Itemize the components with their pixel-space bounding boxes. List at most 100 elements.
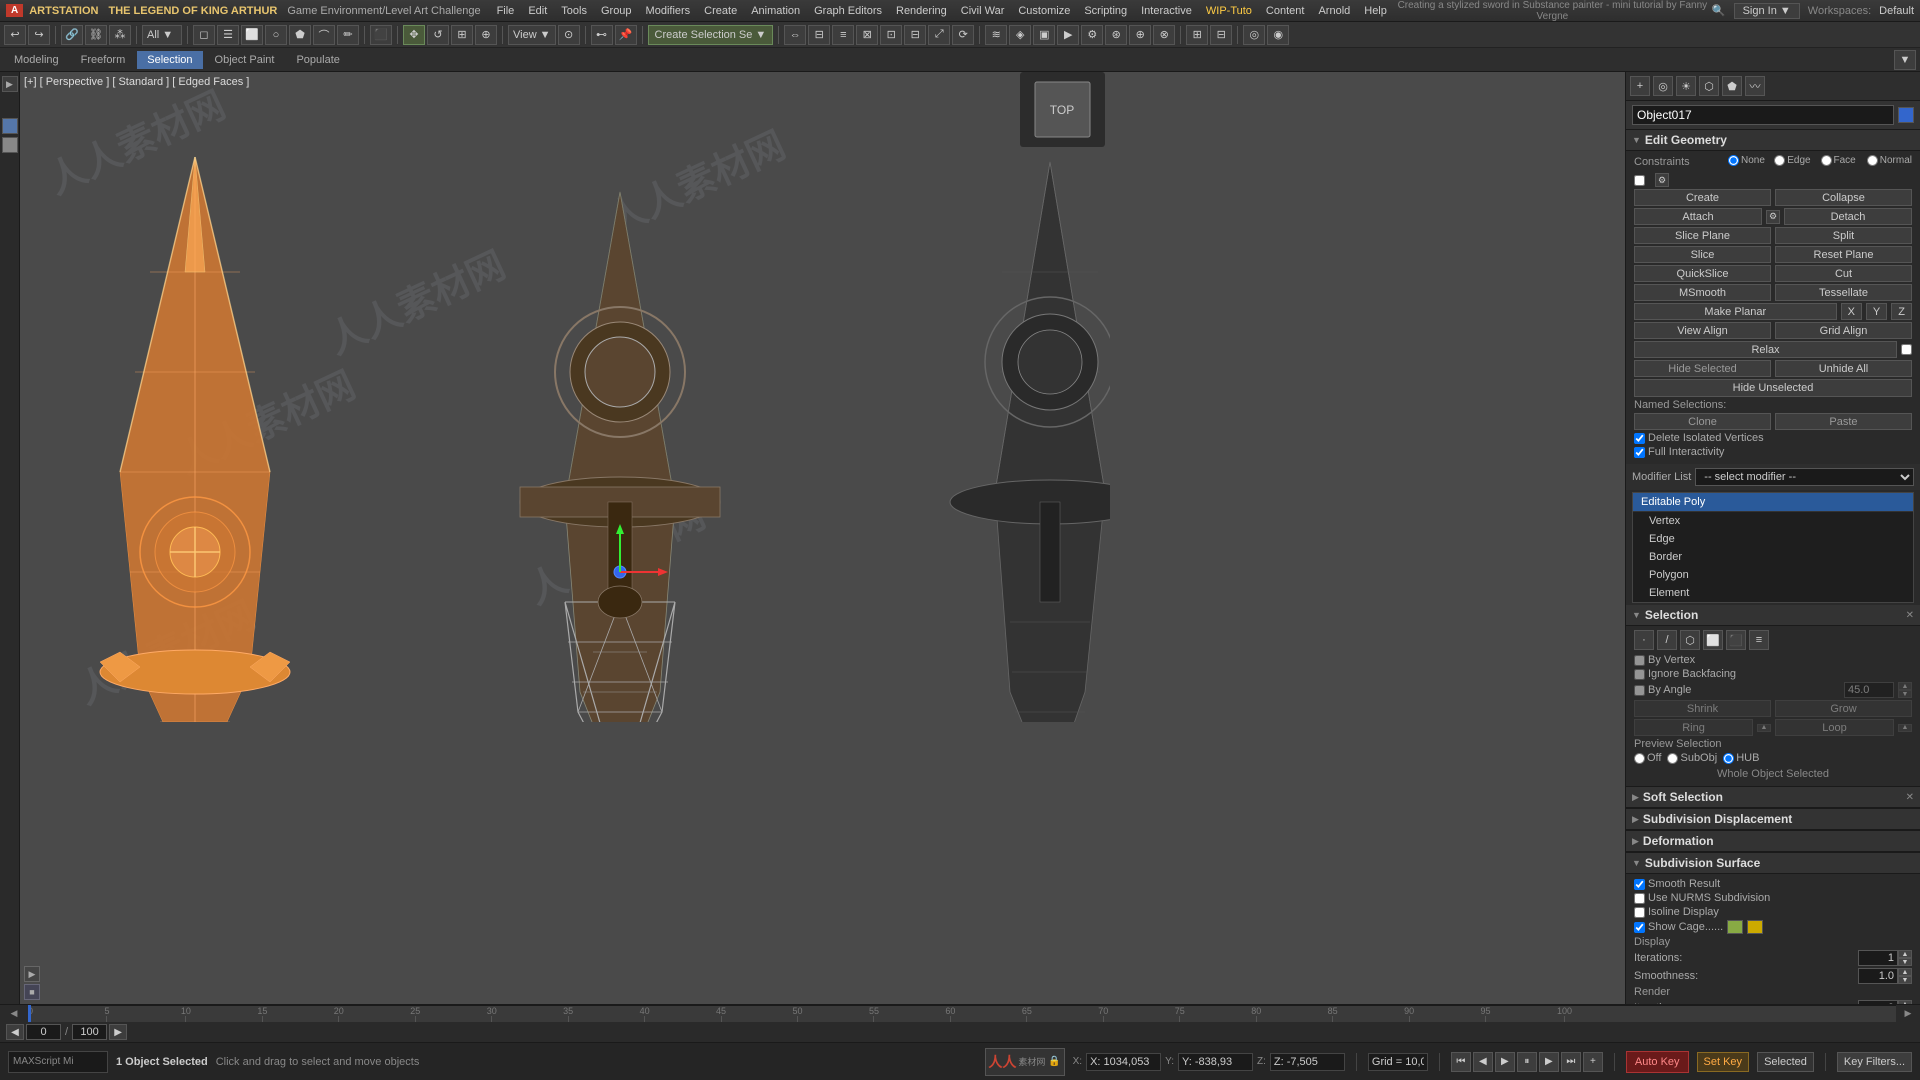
ignore-backfacing-checkbox[interactable] xyxy=(1634,669,1645,680)
smoothness-up[interactable]: ▲ xyxy=(1898,968,1912,976)
pin-stack-button[interactable]: 📌 xyxy=(615,25,637,45)
delete-isolated-label[interactable]: Delete Isolated Vertices xyxy=(1634,432,1764,444)
quickslice-button[interactable]: QuickSlice xyxy=(1634,265,1771,282)
toggle3-button[interactable]: ⊟ xyxy=(904,25,926,45)
relax-checkbox[interactable] xyxy=(1901,344,1912,355)
preview-subobj-radio[interactable] xyxy=(1667,753,1678,764)
mode-freeform[interactable]: Freeform xyxy=(71,51,136,69)
tessellate-button[interactable]: Tessellate xyxy=(1775,284,1912,301)
unlink-button[interactable]: ⛓ xyxy=(85,25,107,45)
fence-select-button[interactable]: ⬟ xyxy=(289,25,311,45)
preview-hub-label[interactable]: HUB xyxy=(1723,752,1759,764)
pivot-button[interactable]: ⊷ xyxy=(591,25,613,45)
redo-button[interactable]: ↪ xyxy=(28,25,50,45)
menu-rendering[interactable]: Rendering xyxy=(890,3,953,19)
constraint-edge-radio[interactable] xyxy=(1774,155,1785,166)
full-interactivity-checkbox[interactable] xyxy=(1634,447,1645,458)
pb-play-btn[interactable]: ▶ xyxy=(1495,1052,1515,1072)
modifier-editable-poly[interactable]: Editable Poly xyxy=(1633,493,1913,512)
subdivision-displacement-header[interactable]: ▶ Subdivision Displacement xyxy=(1626,809,1920,830)
select-object-button[interactable]: ◻ xyxy=(193,25,215,45)
menu-animation[interactable]: Animation xyxy=(745,3,806,19)
play-button[interactable]: ▶ xyxy=(2,76,18,92)
pb-prev-frame-btn[interactable]: ◀ xyxy=(1473,1052,1493,1072)
preview-off-radio[interactable] xyxy=(1634,753,1645,764)
script-tool2[interactable]: ◉ xyxy=(1267,25,1289,45)
pb-next-frame-btn[interactable]: ▶ xyxy=(1539,1052,1559,1072)
mode-object-paint[interactable]: Object Paint xyxy=(205,51,285,69)
slice-button[interactable]: Slice xyxy=(1634,246,1771,263)
select-scale-button[interactable]: ⊞ xyxy=(451,25,473,45)
select-by-name-button[interactable]: ☰ xyxy=(217,25,239,45)
preserve-uvs-settings[interactable]: ⚙ xyxy=(1655,173,1669,187)
msmooth-button[interactable]: MSmooth xyxy=(1634,284,1771,301)
sel-border-icon[interactable]: ⬡ xyxy=(1680,630,1700,650)
menu-content[interactable]: Content xyxy=(1260,3,1311,19)
full-interactivity-label[interactable]: Full Interactivity xyxy=(1634,446,1724,458)
extra-tool2[interactable]: ⊟ xyxy=(1210,25,1232,45)
menu-group[interactable]: Group xyxy=(595,3,638,19)
detach-button[interactable]: Detach xyxy=(1784,208,1912,225)
shape-tab-button[interactable]: ⬟ xyxy=(1722,76,1742,96)
smoothness-down[interactable]: ▼ xyxy=(1898,976,1912,984)
iterations-down[interactable]: ▼ xyxy=(1898,958,1912,966)
constraint-none-radio[interactable] xyxy=(1728,155,1739,166)
slice-plane-button[interactable]: Slice Plane xyxy=(1634,227,1771,244)
by-angle-input[interactable] xyxy=(1844,682,1894,698)
preserve-uvs-checkbox[interactable] xyxy=(1634,175,1645,186)
sel-element-icon[interactable]: ⬛ xyxy=(1726,630,1746,650)
sign-in-button[interactable]: Sign In ▼ xyxy=(1734,3,1800,19)
timeline-track[interactable]: ◀ 05101520253035404550556065707580859095… xyxy=(0,1005,1920,1022)
menu-arnold[interactable]: Arnold xyxy=(1312,3,1356,19)
maxscript-mini[interactable]: MAXScript Mi xyxy=(8,1051,108,1073)
smooth-result-label[interactable]: Smooth Result xyxy=(1634,878,1720,890)
render-frame-button[interactable]: ▣ xyxy=(1033,25,1055,45)
bind-space-warp-button[interactable]: ⁂ xyxy=(109,25,131,45)
set-key-button[interactable]: Set Key xyxy=(1697,1052,1750,1072)
reset-plane-button[interactable]: Reset Plane xyxy=(1775,246,1912,263)
attach-button[interactable]: Attach xyxy=(1634,208,1762,225)
iterations-up[interactable]: ▲ xyxy=(1898,950,1912,958)
modifier-element[interactable]: Element xyxy=(1633,584,1913,602)
timeline-current-frame[interactable] xyxy=(26,1024,61,1040)
split-button[interactable]: Split xyxy=(1775,227,1912,244)
extra-tool1[interactable]: ⊞ xyxy=(1186,25,1208,45)
modifier-edge[interactable]: Edge xyxy=(1633,530,1913,548)
rendering-settings-button[interactable]: ◈ xyxy=(1009,25,1031,45)
mini-stop-button[interactable]: ■ xyxy=(24,984,40,1000)
space-warp-tab-button[interactable]: 〰 xyxy=(1745,76,1765,96)
sel-stack-icon[interactable]: ≡ xyxy=(1749,630,1769,650)
grid-align-button[interactable]: Grid Align xyxy=(1775,322,1912,339)
preview-hub-radio[interactable] xyxy=(1723,753,1734,764)
clone-button[interactable]: Clone xyxy=(1634,413,1771,430)
menu-tools[interactable]: Tools xyxy=(555,3,593,19)
z-coord-input[interactable] xyxy=(1270,1053,1345,1071)
mode-populate[interactable]: Populate xyxy=(286,51,349,69)
unhide-all-button[interactable]: Unhide All xyxy=(1775,360,1912,377)
x-coord-input[interactable] xyxy=(1086,1053,1161,1071)
geom-tab-button[interactable]: ⬡ xyxy=(1699,76,1719,96)
pb-pause-btn[interactable]: ⏸ xyxy=(1517,1052,1537,1072)
render-tools3-button[interactable]: ⊕ xyxy=(1129,25,1151,45)
preserve-uvs-label[interactable] xyxy=(1634,175,1648,186)
mode-selection[interactable]: Selection xyxy=(137,51,202,69)
timeline-position-marker[interactable] xyxy=(28,1005,31,1022)
preview-subobj-label[interactable]: SubObj xyxy=(1667,752,1717,764)
create-tab-button[interactable]: + xyxy=(1630,76,1650,96)
isoline-display-checkbox[interactable] xyxy=(1634,907,1645,918)
undo-button[interactable]: ↩ xyxy=(4,25,26,45)
select-placement-button[interactable]: ⊕ xyxy=(475,25,497,45)
menu-wip[interactable]: WIP-Tuto xyxy=(1200,3,1258,19)
modifier-polygon[interactable]: Polygon xyxy=(1633,566,1913,584)
cage-swatch-yellow[interactable] xyxy=(1747,920,1763,934)
cage-swatch-green[interactable] xyxy=(1727,920,1743,934)
constraint-normal-radio[interactable] xyxy=(1867,155,1878,166)
pb-extra-btn[interactable]: + xyxy=(1583,1052,1603,1072)
pb-go-start-btn[interactable]: ⏮ xyxy=(1451,1052,1471,1072)
script-tool1[interactable]: ◎ xyxy=(1243,25,1265,45)
y-coord-input[interactable] xyxy=(1178,1053,1253,1071)
by-angle-label[interactable]: By Angle xyxy=(1634,684,1691,696)
toggle2-button[interactable]: ⊡ xyxy=(880,25,902,45)
menu-graph-editors[interactable]: Graph Editors xyxy=(808,3,888,19)
align-button[interactable]: ⊟ xyxy=(808,25,830,45)
